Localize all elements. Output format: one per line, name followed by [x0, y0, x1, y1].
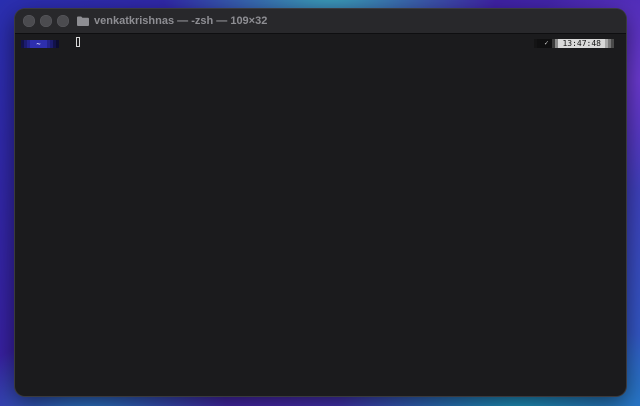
prompt-clock: 13:47:48 — [558, 39, 605, 48]
terminal-content[interactable]: ~ ✓ 13:47:48 — [15, 34, 626, 396]
prompt-right-segment: ✓ 13:47:48 — [534, 39, 614, 48]
title-bar[interactable]: venkatkrishnas — -zsh — 109×32 — [15, 9, 626, 34]
window-title-text: venkatkrishnas — -zsh — 109×32 — [94, 15, 268, 27]
minimize-button[interactable] — [40, 15, 52, 27]
close-button[interactable] — [23, 15, 35, 27]
prompt-left-segment: ~ — [21, 40, 59, 48]
prompt-gradient-block — [56, 40, 59, 48]
checkmark-icon: ✓ — [540, 39, 553, 48]
terminal-window[interactable]: venkatkrishnas — -zsh — 109×32 ~ ✓ 13:47… — [15, 9, 626, 396]
zoom-button[interactable] — [57, 15, 69, 27]
text-cursor — [76, 37, 80, 47]
window-title: venkatkrishnas — -zsh — 109×32 — [77, 14, 267, 28]
folder-icon — [77, 16, 89, 26]
prompt-gradient-block — [611, 39, 614, 48]
prompt-directory: ~ — [30, 40, 47, 48]
